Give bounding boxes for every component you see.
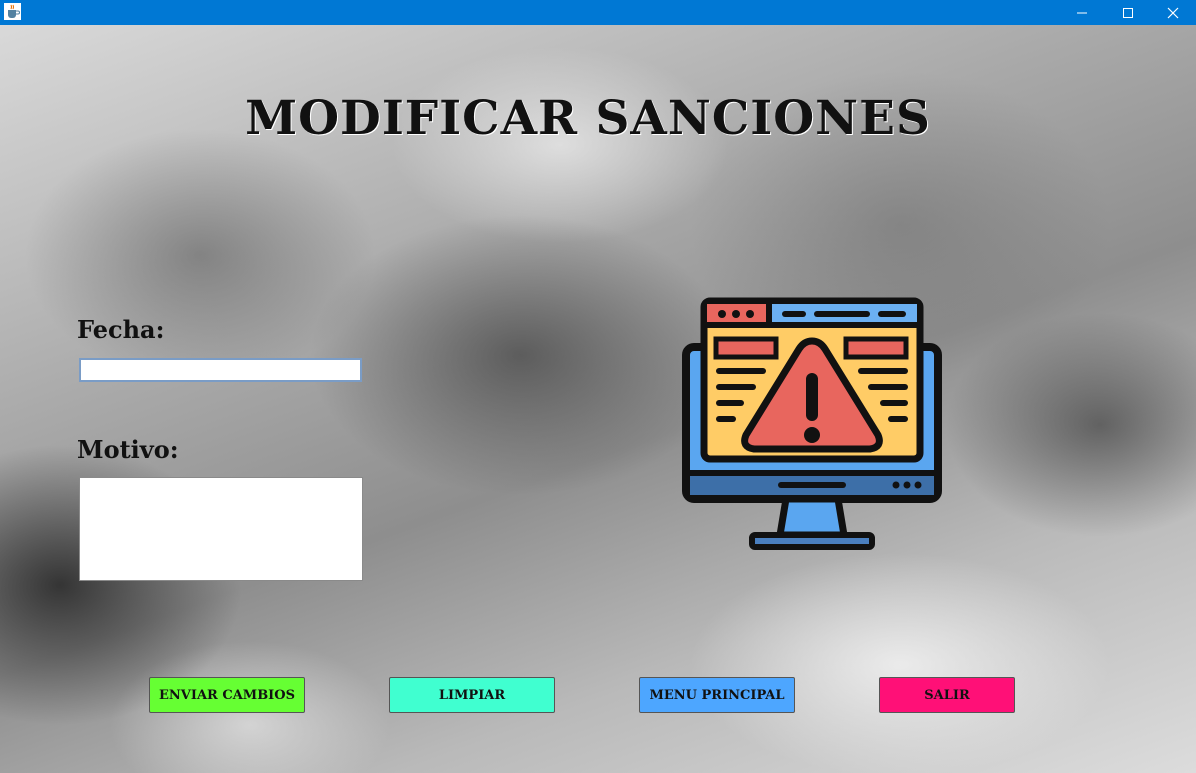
- fecha-input[interactable]: [79, 358, 362, 382]
- enviar-cambios-button[interactable]: ENVIAR CAMBIOS: [149, 677, 305, 713]
- motivo-textarea[interactable]: [79, 477, 363, 581]
- fecha-label: Fecha:: [77, 315, 165, 344]
- close-button[interactable]: [1150, 0, 1196, 25]
- salir-button[interactable]: SALIR: [879, 677, 1015, 713]
- page-title: MODIFICAR SANCIONES: [245, 91, 931, 146]
- title-bar: [0, 0, 1196, 25]
- maximize-icon: [1123, 7, 1133, 18]
- java-coffee-cup-icon: [4, 3, 21, 20]
- monitor-warning-icon: [682, 295, 942, 555]
- minimize-button[interactable]: [1059, 0, 1105, 25]
- minimize-icon: [1077, 12, 1087, 13]
- menu-principal-button[interactable]: MENU PRINCIPAL: [639, 677, 795, 713]
- motivo-label: Motivo:: [77, 435, 179, 464]
- main-panel: MODIFICAR SANCIONES Fecha: Motivo: ENVIA…: [0, 25, 1196, 773]
- limpiar-button[interactable]: LIMPIAR: [389, 677, 555, 713]
- maximize-button[interactable]: [1105, 0, 1151, 25]
- close-icon: [1167, 7, 1179, 18]
